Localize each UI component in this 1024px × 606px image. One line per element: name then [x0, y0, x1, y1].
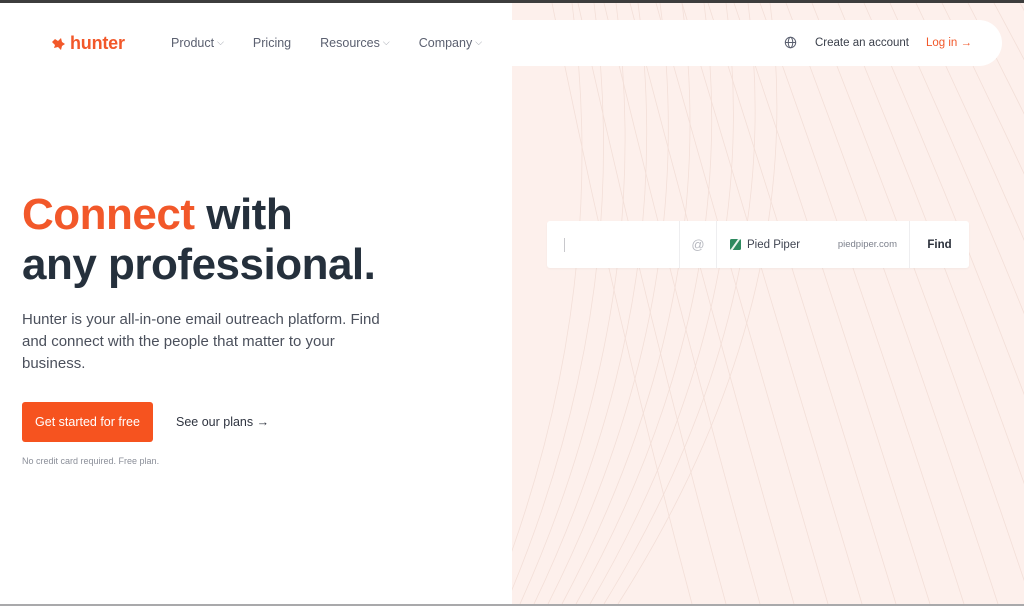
background-line: [785, 3, 999, 604]
company-domain: piedpiper.com: [837, 239, 897, 250]
text-caret: [564, 237, 565, 252]
background-line: [993, 3, 1024, 61]
chevron-down-icon: ⌵: [217, 36, 224, 47]
background-line: [533, 3, 648, 604]
background-line: [603, 3, 756, 604]
hunter-logo[interactable]: hunter: [51, 33, 125, 54]
company-info: Pied Piper: [730, 239, 800, 251]
background-line: [575, 3, 713, 604]
hero-background-panel: [512, 3, 1024, 604]
no-credit-card-note: No credit card required. Free plan.: [22, 456, 160, 466]
nav-item-company[interactable]: Company ⌵: [419, 36, 482, 50]
main-nav: Product ⌵ Pricing Resources ⌵ Company ⌵: [171, 36, 482, 50]
nav-item-resources[interactable]: Resources ⌵: [320, 36, 390, 50]
hero-headline: Connect with any professional.: [22, 190, 376, 290]
at-symbol: @: [680, 221, 717, 268]
background-line: [512, 3, 604, 591]
name-input[interactable]: [547, 221, 680, 268]
background-line: [512, 3, 583, 552]
create-account-link[interactable]: Create an account: [815, 37, 909, 49]
nav-item-pricing[interactable]: Pricing: [253, 36, 291, 50]
company-name: Pied Piper: [747, 238, 801, 251]
headline-line-2: any professional.: [22, 240, 376, 289]
nav-item-label: Resources: [320, 36, 380, 50]
nav-item-product[interactable]: Product ⌵: [171, 36, 224, 50]
background-line: [681, 3, 863, 604]
background-line: [811, 3, 1024, 582]
background-line: [941, 3, 1024, 175]
window-top-border: [0, 0, 1024, 3]
background-line: [915, 3, 1024, 241]
background-line: [547, 3, 669, 604]
login-link[interactable]: Log in →: [926, 37, 972, 49]
see-plans-link[interactable]: See our plans →: [176, 415, 269, 429]
nav-right: Create an account Log in →: [784, 36, 972, 49]
nav-item-label: Company: [418, 36, 473, 50]
background-line: [589, 3, 734, 604]
chevron-down-icon: ⌵: [475, 36, 483, 47]
chevron-down-icon: ⌵: [382, 36, 390, 47]
logo-text: hunter: [70, 33, 125, 53]
headline-accent: Connect: [22, 190, 195, 239]
hero-subtitle: Hunter is your all-in-one email outreach…: [22, 311, 380, 372]
background-line: [967, 3, 1024, 115]
nav-item-label: Pricing: [252, 36, 292, 50]
headline-rest: with: [194, 190, 293, 239]
background-line: [759, 3, 965, 604]
background-line: [733, 3, 931, 604]
background-line-pattern: [512, 3, 1024, 604]
email-finder-widget: @ Pied Piper piedpiper.com Find: [547, 221, 969, 268]
background-line: [655, 3, 829, 604]
company-field[interactable]: Pied Piper piedpiper.com: [717, 221, 910, 268]
get-started-button[interactable]: Get started for free: [22, 402, 153, 442]
globe-icon[interactable]: [784, 36, 797, 49]
nav-item-label: Product: [171, 36, 215, 50]
background-line: [617, 3, 778, 604]
fox-logo-icon: [52, 37, 65, 50]
background-line: [889, 3, 1024, 315]
background-line: [519, 3, 626, 604]
background-line: [863, 3, 1024, 396]
background-line: [1019, 3, 1024, 12]
find-button[interactable]: Find: [910, 221, 969, 268]
company-logo-icon: [730, 239, 741, 250]
